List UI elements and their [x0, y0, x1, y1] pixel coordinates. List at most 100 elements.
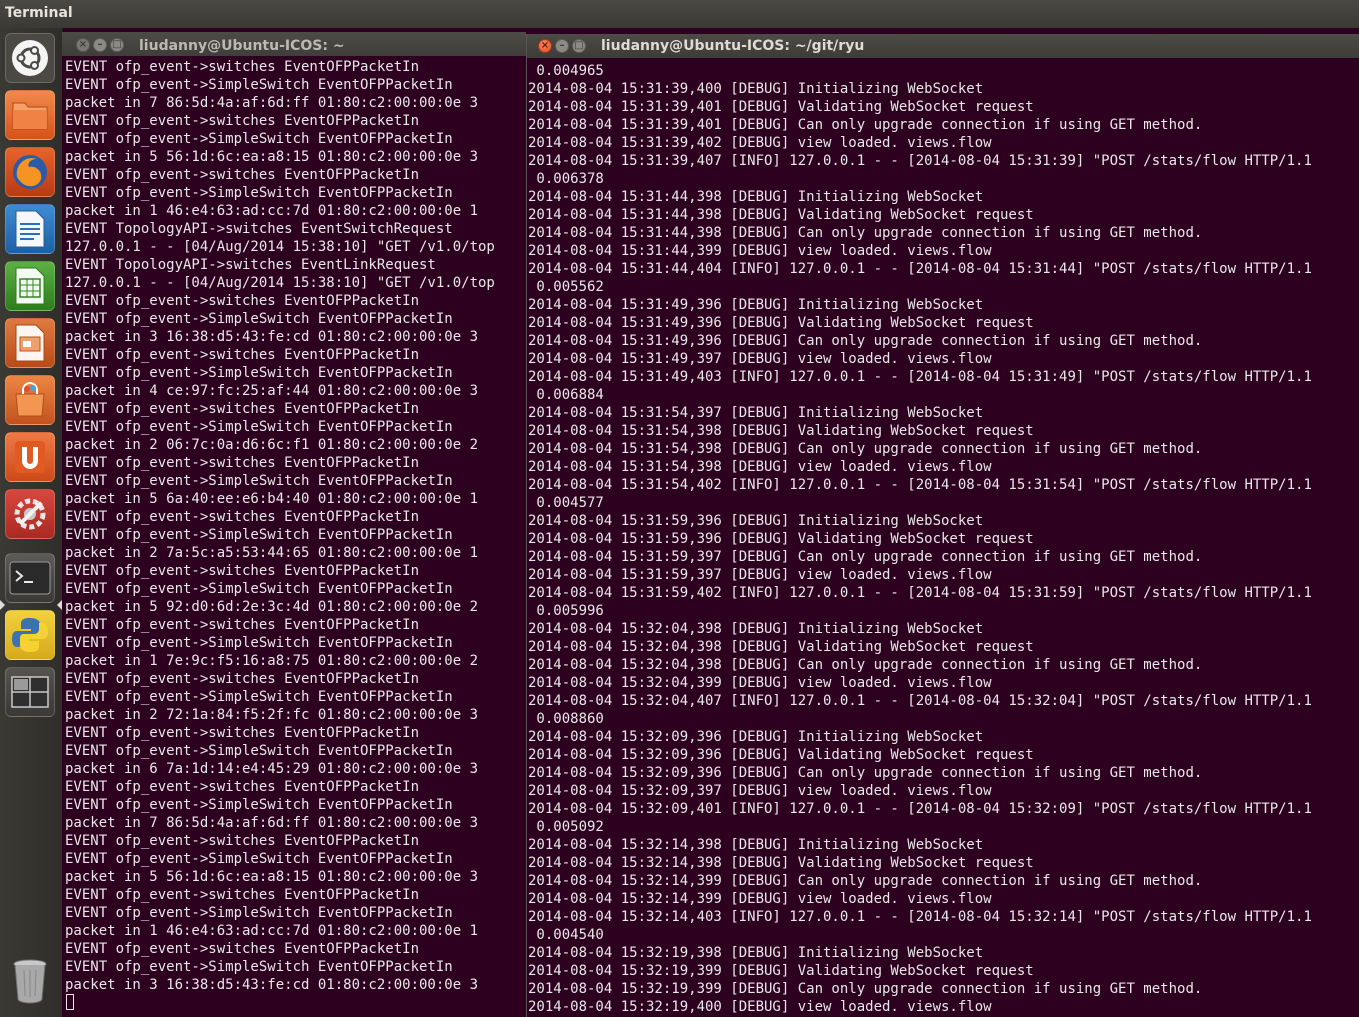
maximize-window-button[interactable]: □: [110, 38, 124, 52]
terminal-line: EVENT ofp_event->SimpleSwitch EventOFPPa…: [65, 311, 453, 327]
close-window-button[interactable]: ×: [76, 38, 90, 52]
ubuntu-logo-icon: [12, 40, 48, 76]
terminal-line: 2014-08-04 15:31:49,396 [DEBUG] Can only…: [528, 333, 1203, 349]
terminal-line: 2014-08-04 15:32:09,397 [DEBUG] view loa…: [528, 783, 992, 799]
terminal-line: 2014-08-04 15:32:14,399 [DEBUG] view loa…: [528, 891, 992, 907]
close-window-button[interactable]: ×: [538, 39, 552, 53]
firefox-icon: [13, 155, 47, 189]
launcher-firefox[interactable]: [5, 147, 55, 197]
launcher-software-center[interactable]: [5, 375, 55, 425]
terminal-line: EVENT ofp_event->switches EventOFPPacket…: [65, 455, 420, 471]
terminal-line: EVENT ofp_event->switches EventOFPPacket…: [65, 113, 420, 129]
terminal-line: EVENT ofp_event->SimpleSwitch EventOFPPa…: [65, 689, 453, 705]
maximize-window-button[interactable]: □: [572, 39, 586, 53]
terminal-line: EVENT ofp_event->switches EventOFPPacket…: [65, 941, 420, 957]
app-title[interactable]: Terminal: [5, 5, 73, 21]
launcher-files[interactable]: [5, 90, 55, 140]
terminal-line: EVENT ofp_event->switches EventOFPPacket…: [65, 887, 420, 903]
terminal-line: 2014-08-04 15:31:49,396 [DEBUG] Initiali…: [528, 297, 984, 313]
terminal-line: 2014-08-04 15:31:39,407 [INFO] 127.0.0.1…: [528, 153, 1312, 169]
launcher-dash-home[interactable]: [5, 33, 55, 83]
minimize-window-button[interactable]: –: [93, 38, 107, 52]
terminal-line: packet in 2 06:7c:0a:d6:6c:f1 01:80:c2:0…: [65, 437, 479, 453]
close-icon: ×: [540, 40, 550, 51]
terminal-line: packet in 6 7a:1d:14:e4:45:29 01:80:c2:0…: [65, 761, 479, 777]
launcher-terminal[interactable]: [5, 553, 55, 603]
terminal-line: 2014-08-04 15:31:44,398 [DEBUG] Initiali…: [528, 189, 984, 205]
terminal-line: 0.006884: [528, 387, 604, 403]
terminal-line: 2014-08-04 15:31:49,403 [INFO] 127.0.0.1…: [528, 369, 1312, 385]
launcher-libreoffice-impress[interactable]: [5, 318, 55, 368]
minimize-icon: –: [559, 40, 565, 51]
terminal-line: 2014-08-04 15:31:49,396 [DEBUG] Validati…: [528, 315, 1034, 331]
terminal-line: 2014-08-04 15:31:54,398 [DEBUG] Can only…: [528, 441, 1203, 457]
terminal-line: 2014-08-04 15:32:14,398 [DEBUG] Initiali…: [528, 837, 984, 853]
terminal-line: 2014-08-04 15:31:54,398 [DEBUG] view loa…: [528, 459, 992, 475]
terminal-line: 0.005562: [528, 279, 604, 295]
folder-icon: [12, 102, 48, 130]
launcher-python[interactable]: [5, 610, 55, 660]
terminal-line: 2014-08-04 15:31:39,402 [DEBUG] view loa…: [528, 135, 992, 151]
terminal-line: 2014-08-04 15:31:44,399 [DEBUG] view loa…: [528, 243, 992, 259]
minimize-window-button[interactable]: –: [555, 39, 569, 53]
terminal-line: 0.005092: [528, 819, 604, 835]
terminal-line: EVENT TopologyAPI->switches EventSwitchR…: [65, 221, 453, 237]
terminal-line: 2014-08-04 15:31:59,402 [INFO] 127.0.0.1…: [528, 585, 1312, 601]
launcher-trash[interactable]: [5, 955, 55, 1005]
terminal-line: EVENT ofp_event->SimpleSwitch EventOFPPa…: [65, 527, 453, 543]
terminal-window-home[interactable]: × – □ liudanny@Ubuntu-ICOS: ~ EVENT ofp_…: [62, 32, 526, 1017]
launcher-libreoffice-calc[interactable]: [5, 261, 55, 311]
terminal-line: 2014-08-04 15:31:59,397 [DEBUG] Can only…: [528, 549, 1203, 565]
terminal-line: 2014-08-04 15:31:49,397 [DEBUG] view loa…: [528, 351, 992, 367]
launcher-workspace-switcher[interactable]: [5, 667, 55, 717]
terminal-line: EVENT ofp_event->switches EventOFPPacket…: [65, 725, 420, 741]
launcher-ubuntu-one[interactable]: [5, 432, 55, 482]
calc-icon: [15, 267, 45, 305]
terminal-line: EVENT ofp_event->SimpleSwitch EventOFPPa…: [65, 851, 453, 867]
terminal-line: 2014-08-04 15:32:04,398 [DEBUG] Can only…: [528, 657, 1203, 673]
terminal-line: EVENT ofp_event->SimpleSwitch EventOFPPa…: [65, 77, 453, 93]
terminal-line: EVENT ofp_event->SimpleSwitch EventOFPPa…: [65, 365, 453, 381]
terminal-line: 2014-08-04 15:32:19,398 [DEBUG] Initiali…: [528, 945, 984, 961]
terminal-line: EVENT ofp_event->SimpleSwitch EventOFPPa…: [65, 743, 453, 759]
terminal-line: EVENT ofp_event->switches EventOFPPacket…: [65, 293, 420, 309]
terminal-line: 0.004577: [528, 495, 604, 511]
terminal-line: EVENT TopologyAPI->switches EventLinkReq…: [65, 257, 436, 273]
terminal-line: 0.005996: [528, 603, 604, 619]
terminal-line: packet in 7 86:5d:4a:af:6d:ff 01:80:c2:0…: [65, 815, 479, 831]
terminal-line: 2014-08-04 15:31:44,398 [DEBUG] Validati…: [528, 207, 1034, 223]
terminal-line: 2014-08-04 15:31:54,397 [DEBUG] Initiali…: [528, 405, 984, 421]
minimize-icon: –: [97, 39, 103, 50]
window-title: liudanny@Ubuntu-ICOS: ~: [139, 38, 345, 54]
trash-icon: [13, 959, 47, 1004]
terminal-line: EVENT ofp_event->switches EventOFPPacket…: [65, 401, 420, 417]
terminal-line: 2014-08-04 15:32:14,399 [DEBUG] Can only…: [528, 873, 1203, 889]
top-panel: Terminal: [0, 0, 1359, 28]
terminal-line: 2014-08-04 15:31:54,402 [INFO] 127.0.0.1…: [528, 477, 1312, 493]
terminal-line: EVENT ofp_event->SimpleSwitch EventOFPPa…: [65, 185, 453, 201]
terminal-line: 2014-08-04 15:32:09,396 [DEBUG] Validati…: [528, 747, 1034, 763]
terminal-line: 2014-08-04 15:32:19,399 [DEBUG] Can only…: [528, 981, 1203, 997]
launcher-system-settings[interactable]: [5, 489, 55, 539]
terminal-line: EVENT ofp_event->switches EventOFPPacket…: [65, 59, 420, 75]
workspace-icon: [11, 676, 49, 708]
window-titlebar[interactable]: × – □ liudanny@Ubuntu-ICOS: ~/git/ryu: [527, 34, 1359, 58]
terminal-line: 2014-08-04 15:31:54,398 [DEBUG] Validati…: [528, 423, 1034, 439]
terminal-line: 2014-08-04 15:32:04,398 [DEBUG] Initiali…: [528, 621, 984, 637]
terminal-output[interactable]: 0.004965 2014-08-04 15:31:39,400 [DEBUG] …: [527, 58, 1359, 1017]
ubuntu-one-icon: [15, 441, 45, 473]
terminal-line: EVENT ofp_event->SimpleSwitch EventOFPPa…: [65, 581, 453, 597]
terminal-line: 2014-08-04 15:32:09,396 [DEBUG] Can only…: [528, 765, 1203, 781]
terminal-output[interactable]: EVENT ofp_event->switches EventOFPPacket…: [62, 56, 526, 1017]
terminal-line: packet in 3 16:38:d5:43:fe:cd 01:80:c2:0…: [65, 977, 479, 993]
terminal-line: 2014-08-04 15:31:44,398 [DEBUG] Can only…: [528, 225, 1203, 241]
launcher-libreoffice-writer[interactable]: [5, 204, 55, 254]
terminal-line: EVENT ofp_event->switches EventOFPPacket…: [65, 671, 420, 687]
terminal-window-ryu[interactable]: × – □ liudanny@Ubuntu-ICOS: ~/git/ryu 0.…: [526, 34, 1359, 1017]
maximize-icon: □: [112, 39, 122, 50]
terminal-line: packet in 5 6a:40:ee:e6:b4:40 01:80:c2:0…: [65, 491, 479, 507]
terminal-line: EVENT ofp_event->switches EventOFPPacket…: [65, 617, 420, 633]
close-icon: ×: [78, 39, 88, 50]
terminal-line: packet in 5 56:1d:6c:ea:a8:15 01:80:c2:0…: [65, 869, 479, 885]
terminal-line: 2014-08-04 15:32:09,401 [INFO] 127.0.0.1…: [528, 801, 1312, 817]
